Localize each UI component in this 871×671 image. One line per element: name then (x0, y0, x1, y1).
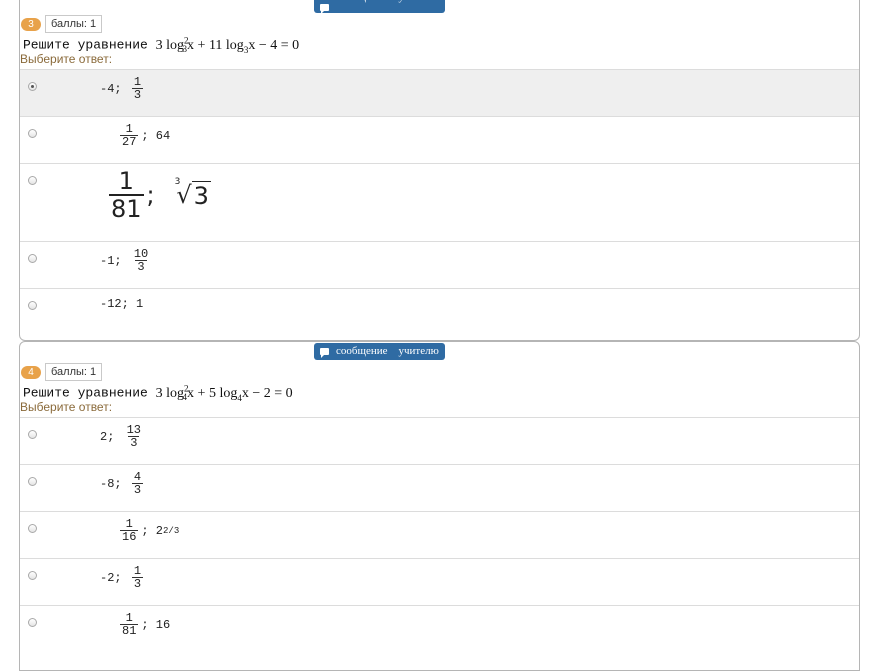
radio-button[interactable] (28, 430, 37, 439)
radio-button[interactable] (28, 571, 37, 580)
answer-option[interactable]: 1 81 ; 3 √ 3 (20, 163, 859, 241)
question-card-3: сообщение учителю 3 баллы: 1 Решите урав… (19, 0, 860, 341)
message-teacher-button[interactable]: сообщение учителю (314, 343, 445, 360)
answer-option[interactable]: 1 81; 16 (20, 605, 859, 652)
question-card-4: сообщение учителю 4 баллы: 1 Решите урав… (19, 341, 860, 671)
radio-button[interactable] (28, 618, 37, 627)
radio-button[interactable] (28, 82, 37, 91)
select-answer-prompt: Выберите ответ: (20, 52, 113, 66)
answer-option[interactable]: -1; 10 3 (20, 241, 859, 288)
radio-button[interactable] (28, 254, 37, 263)
answer-option[interactable]: -12; 1 (20, 288, 859, 340)
answer-option[interactable]: 1 16; 2 2/3 (20, 511, 859, 558)
message-teacher-button[interactable]: сообщение учителю (314, 0, 445, 14)
radio-button[interactable] (28, 176, 37, 185)
answer-option[interactable]: -4; 13 (20, 69, 859, 116)
question-number-badge: 4 (21, 365, 41, 379)
score-label: баллы: 1 (45, 363, 103, 381)
speech-bubble-icon (320, 4, 329, 14)
question-header: 3 баллы: 1 (21, 15, 103, 33)
select-answer-prompt: Выберите ответ: (20, 400, 113, 414)
radio-button[interactable] (28, 129, 37, 138)
answer-option[interactable]: 2; 13 3 (20, 417, 859, 464)
radio-button[interactable] (28, 524, 37, 533)
question-number-badge: 3 (21, 17, 41, 31)
score-label: баллы: 1 (45, 15, 103, 33)
cube-root: 3 √ 3 (174, 176, 211, 210)
radio-button[interactable] (28, 301, 37, 310)
speech-bubble-icon (320, 348, 329, 358)
question-header: 4 баллы: 1 (21, 363, 103, 381)
answer-option[interactable]: -8; 43 (20, 464, 859, 511)
radio-button[interactable] (28, 477, 37, 486)
answer-option[interactable]: 1 27; 64 (20, 116, 859, 163)
answer-option[interactable]: -2; 13 (20, 558, 859, 605)
